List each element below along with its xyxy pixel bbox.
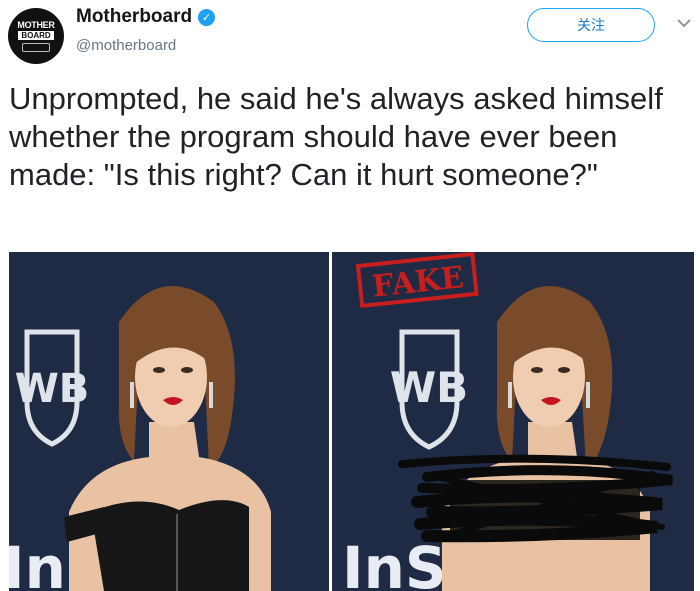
tweet-text: Unprompted, he said he's always asked hi… (9, 81, 663, 192)
tweet-media[interactable]: WB InS WB InS FAKE (9, 252, 694, 591)
backdrop-text: InS (342, 534, 447, 591)
wb-logo-text: WB (15, 366, 90, 412)
account-handle[interactable]: @motherboard (76, 37, 176, 54)
avatar[interactable]: MOTHER BOARD (8, 8, 64, 64)
wb-logo-text: WB (390, 363, 468, 412)
avatar-text-top: MOTHER (17, 19, 55, 30)
avatar-badge-icon (22, 42, 50, 52)
name-row: Motherboard ✓ (76, 6, 216, 28)
chevron-down-icon[interactable] (675, 16, 693, 30)
follow-button[interactable]: 关注 (527, 8, 655, 42)
display-name[interactable]: Motherboard (76, 6, 192, 28)
avatar-text-bottom: BOARD (18, 30, 54, 40)
verified-badge-icon: ✓ (198, 8, 216, 26)
photo-fake[interactable]: WB InS FAKE (332, 252, 694, 591)
photo-original[interactable]: WB InS (9, 252, 329, 591)
